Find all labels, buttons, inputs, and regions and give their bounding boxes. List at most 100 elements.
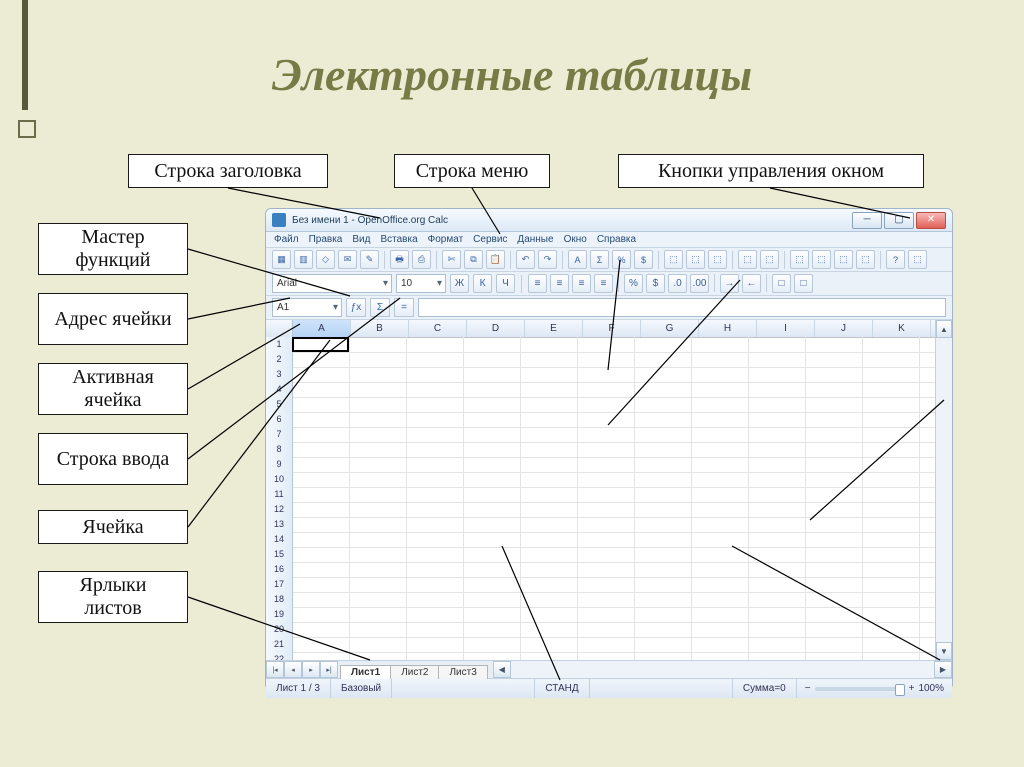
- row-header-22[interactable]: 22: [266, 652, 293, 660]
- row-header-16[interactable]: 16: [266, 562, 293, 578]
- row-header-12[interactable]: 12: [266, 502, 293, 518]
- format-button[interactable]: ≡: [594, 274, 613, 293]
- toolbar-button[interactable]: ⬚: [834, 250, 853, 269]
- tab-next-icon[interactable]: ▸: [302, 661, 320, 678]
- menu-Данные[interactable]: Данные: [517, 234, 553, 245]
- format-button[interactable]: .0: [668, 274, 687, 293]
- row-header-1[interactable]: 1: [266, 337, 293, 353]
- toolbar-button[interactable]: ⬚: [760, 250, 779, 269]
- menu-Вставка[interactable]: Вставка: [380, 234, 417, 245]
- row-header-7[interactable]: 7: [266, 427, 293, 443]
- font-size-combo[interactable]: 10: [396, 274, 446, 293]
- toolbar-button[interactable]: ✄: [442, 250, 461, 269]
- function-wizard-button[interactable]: ƒx: [346, 298, 366, 317]
- row-header-15[interactable]: 15: [266, 547, 293, 563]
- col-header-B[interactable]: B: [351, 320, 409, 337]
- menu-Файл[interactable]: Файл: [274, 234, 299, 245]
- scroll-left-icon[interactable]: ◀: [493, 661, 511, 678]
- row-header-14[interactable]: 14: [266, 532, 293, 548]
- row-header-2[interactable]: 2: [266, 352, 293, 368]
- toolbar-button[interactable]: A: [568, 250, 587, 269]
- toolbar-button[interactable]: ⬚: [664, 250, 683, 269]
- close-button[interactable]: ✕: [916, 212, 946, 229]
- toolbar-button[interactable]: ⬚: [738, 250, 757, 269]
- toolbar-button[interactable]: ⎙: [412, 250, 431, 269]
- scroll-down-icon[interactable]: ▼: [936, 642, 952, 660]
- col-header-C[interactable]: C: [409, 320, 467, 337]
- row-header-8[interactable]: 8: [266, 442, 293, 458]
- toolbar-button[interactable]: $: [634, 250, 653, 269]
- toolbar-button[interactable]: ✉: [338, 250, 357, 269]
- format-button[interactable]: □: [772, 274, 791, 293]
- toolbar-button[interactable]: Σ: [590, 250, 609, 269]
- format-button[interactable]: .00: [690, 274, 709, 293]
- col-header-J[interactable]: J: [815, 320, 873, 337]
- font-combo[interactable]: Arial: [272, 274, 392, 293]
- menu-Вид[interactable]: Вид: [352, 234, 370, 245]
- sheet-tab-Лист3[interactable]: Лист3: [438, 665, 487, 679]
- menubar[interactable]: ФайлПравкаВидВставкаФорматСервисДанныеОк…: [266, 232, 952, 248]
- toolbar-button[interactable]: ✎: [360, 250, 379, 269]
- col-header-D[interactable]: D: [467, 320, 525, 337]
- toolbar-button[interactable]: ◇: [316, 250, 335, 269]
- sum-button[interactable]: Σ: [370, 298, 390, 317]
- scroll-right-icon[interactable]: ▶: [934, 661, 952, 678]
- format-button[interactable]: □: [794, 274, 813, 293]
- row-header-6[interactable]: 6: [266, 412, 293, 428]
- row-header-4[interactable]: 4: [266, 382, 293, 398]
- row-header-21[interactable]: 21: [266, 637, 293, 653]
- toolbar-button[interactable]: ▦: [272, 250, 291, 269]
- underline-button[interactable]: Ч: [496, 274, 515, 293]
- toolbar-button[interactable]: ↶: [516, 250, 535, 269]
- active-cell[interactable]: [292, 337, 349, 352]
- col-header-G[interactable]: G: [641, 320, 699, 337]
- toolbar-button[interactable]: ?: [886, 250, 905, 269]
- tab-nav[interactable]: |◂ ◂ ▸ ▸|: [266, 661, 338, 678]
- row-header-20[interactable]: 20: [266, 622, 293, 638]
- menu-Формат[interactable]: Формат: [428, 234, 464, 245]
- sheet-tabs[interactable]: Лист1Лист2Лист3: [338, 661, 487, 678]
- toolbar-button[interactable]: ↷: [538, 250, 557, 269]
- toolbar-button[interactable]: ⬚: [908, 250, 927, 269]
- menu-Справка[interactable]: Справка: [597, 234, 636, 245]
- cell-grid[interactable]: ABCDEFGHIJK 1234567891011121314151617181…: [266, 320, 935, 660]
- vertical-scrollbar[interactable]: ▲ ▼: [935, 320, 952, 660]
- formatting-toolbar[interactable]: Arial 10 Ж К Ч ≡≡≡≡%$.0.00→←□□: [266, 272, 952, 296]
- italic-button[interactable]: К: [473, 274, 492, 293]
- format-button[interactable]: $: [646, 274, 665, 293]
- col-header-A[interactable]: A: [293, 320, 351, 337]
- toolbar-button[interactable]: 🖶: [390, 250, 409, 269]
- format-button[interactable]: ←: [742, 274, 761, 293]
- col-header-H[interactable]: H: [699, 320, 757, 337]
- toolbar-button[interactable]: ▥: [294, 250, 313, 269]
- sheet-tab-Лист1[interactable]: Лист1: [340, 665, 391, 679]
- row-header-9[interactable]: 9: [266, 457, 293, 473]
- format-button[interactable]: ≡: [572, 274, 591, 293]
- format-button[interactable]: %: [624, 274, 643, 293]
- format-button[interactable]: →: [720, 274, 739, 293]
- col-header-K[interactable]: K: [873, 320, 931, 337]
- zoom-out-icon[interactable]: −: [805, 683, 811, 694]
- toolbar-button[interactable]: ⬚: [812, 250, 831, 269]
- col-header-E[interactable]: E: [525, 320, 583, 337]
- toolbar-button[interactable]: ⬚: [790, 250, 809, 269]
- formula-bar[interactable]: A1 ƒx Σ =: [266, 296, 952, 320]
- menu-Сервис[interactable]: Сервис: [473, 234, 507, 245]
- menu-Окно[interactable]: Окно: [564, 234, 587, 245]
- toolbar-button[interactable]: ⬚: [708, 250, 727, 269]
- name-box[interactable]: A1: [272, 298, 342, 317]
- toolbar-button[interactable]: ⬚: [856, 250, 875, 269]
- tab-last-icon[interactable]: ▸|: [320, 661, 338, 678]
- horizontal-scrollbar[interactable]: ◀ ▶: [493, 661, 952, 678]
- titlebar[interactable]: Без имени 1 - OpenOffice.org Calc ─ ▢ ✕: [266, 209, 952, 232]
- tab-prev-icon[interactable]: ◂: [284, 661, 302, 678]
- row-header-3[interactable]: 3: [266, 367, 293, 383]
- standard-toolbar[interactable]: ▦▥◇✉✎🖶⎙✄⧉📋↶↷AΣ%$⬚⬚⬚⬚⬚⬚⬚⬚⬚?⬚: [266, 248, 952, 272]
- format-button[interactable]: ≡: [528, 274, 547, 293]
- equals-button[interactable]: =: [394, 298, 414, 317]
- zoom-slider[interactable]: [815, 687, 905, 691]
- zoom-in-icon[interactable]: +: [909, 683, 915, 694]
- toolbar-button[interactable]: 📋: [486, 250, 505, 269]
- row-header-5[interactable]: 5: [266, 397, 293, 413]
- select-all-corner[interactable]: [266, 320, 293, 337]
